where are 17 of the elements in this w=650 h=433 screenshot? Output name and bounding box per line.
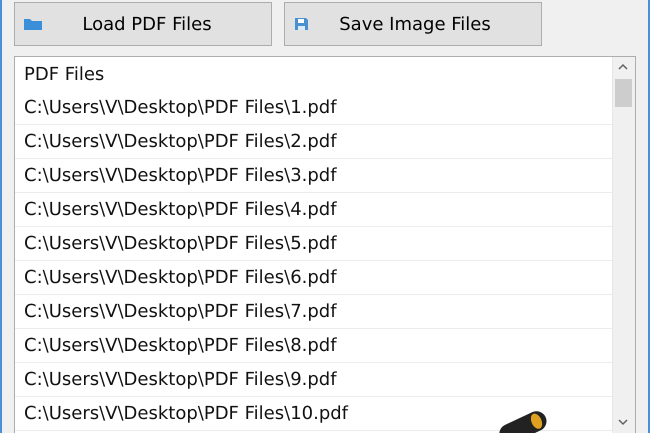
list-item[interactable]: C:\Users\V\Desktop\PDF Files\1.pdf xyxy=(15,91,612,125)
list-item[interactable]: C:\Users\V\Desktop\PDF Files\9.pdf xyxy=(15,363,612,397)
list-item[interactable]: C:\Users\V\Desktop\PDF Files\3.pdf xyxy=(15,159,612,193)
scroll-up-icon[interactable] xyxy=(618,63,628,70)
list-item[interactable]: C:\Users\V\Desktop\PDF Files\2.pdf xyxy=(15,125,612,159)
scrollbar[interactable] xyxy=(612,57,635,433)
save-button[interactable]: Save Image Files xyxy=(284,2,542,46)
list-item[interactable]: C:\Users\V\Desktop\PDF Files\6.pdf xyxy=(15,261,612,295)
scroll-thumb[interactable] xyxy=(615,79,632,107)
scroll-down-icon[interactable] xyxy=(618,419,628,426)
folder-icon xyxy=(23,16,43,32)
list-item[interactable]: C:\Users\V\Desktop\PDF Files\4.pdf xyxy=(15,193,612,227)
load-button[interactable]: Load PDF Files xyxy=(14,2,272,46)
list-item[interactable]: C:\Users\V\Desktop\PDF Files\5.pdf xyxy=(15,227,612,261)
list-item[interactable]: C:\Users\V\Desktop\PDF Files\8.pdf xyxy=(15,329,612,363)
list-item[interactable]: C:\Users\V\Desktop\PDF Files\7.pdf xyxy=(15,295,612,329)
list-heading: PDF Files xyxy=(23,62,106,86)
